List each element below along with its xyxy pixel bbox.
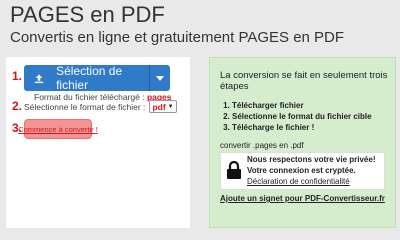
privacy-line-1: Nous respectons votre vie privée!	[247, 155, 376, 164]
list-item: Télécharge le fichier !	[232, 122, 372, 133]
upload-icon	[34, 73, 44, 83]
format-label: Sélectionne le format de fichier :	[24, 101, 146, 112]
lock-icon	[227, 160, 241, 179]
bookmark-link[interactable]: Ajoute un signet pour PDF-Convertisseur.…	[220, 193, 390, 204]
page-subtitle: Convertis en ligne et gratuitement PAGES…	[10, 29, 345, 46]
privacy-line-2: Votre connexion est cryptée.	[247, 166, 356, 175]
format-select-value: pdf	[152, 101, 166, 112]
caret-down-icon	[156, 75, 164, 81]
page-title: PAGES en PDF	[10, 2, 165, 27]
info-title: La conversion se fait en seulement trois…	[220, 70, 388, 92]
steps-list: Télécharger fichier Sélectionne le forma…	[220, 100, 372, 133]
privacy-policy-link[interactable]: Déclaration de confidentialité	[247, 177, 350, 186]
converter-panel: 1. Sélection de fichier Format du fichie…	[6, 57, 190, 228]
step-1-number: 1.	[12, 69, 23, 83]
file-select-label: Sélection de fichier	[56, 64, 123, 92]
privacy-box: Nous respectons votre vie privée! Votre …	[220, 152, 385, 190]
convert-note: convertir .pages en .pdf	[220, 141, 304, 150]
step-2-number: 2.	[12, 99, 23, 113]
file-select-dropdown-toggle[interactable]	[150, 65, 170, 91]
file-select-button[interactable]: Sélection de fichier	[24, 64, 170, 92]
format-select[interactable]: pdf ▼	[149, 100, 177, 113]
convert-button[interactable]: Commence à convertir !	[18, 119, 98, 139]
chevron-down-icon: ▼	[167, 103, 174, 110]
format-line: Sélectionne le format de fichier : pdf ▼	[24, 100, 177, 113]
list-item: Télécharger fichier	[232, 100, 372, 111]
file-select-main[interactable]: Sélection de fichier	[24, 64, 150, 92]
list-item: Sélectionne le format du fichier cible	[232, 111, 372, 122]
info-panel: La conversion se fait en seulement trois…	[209, 57, 396, 228]
